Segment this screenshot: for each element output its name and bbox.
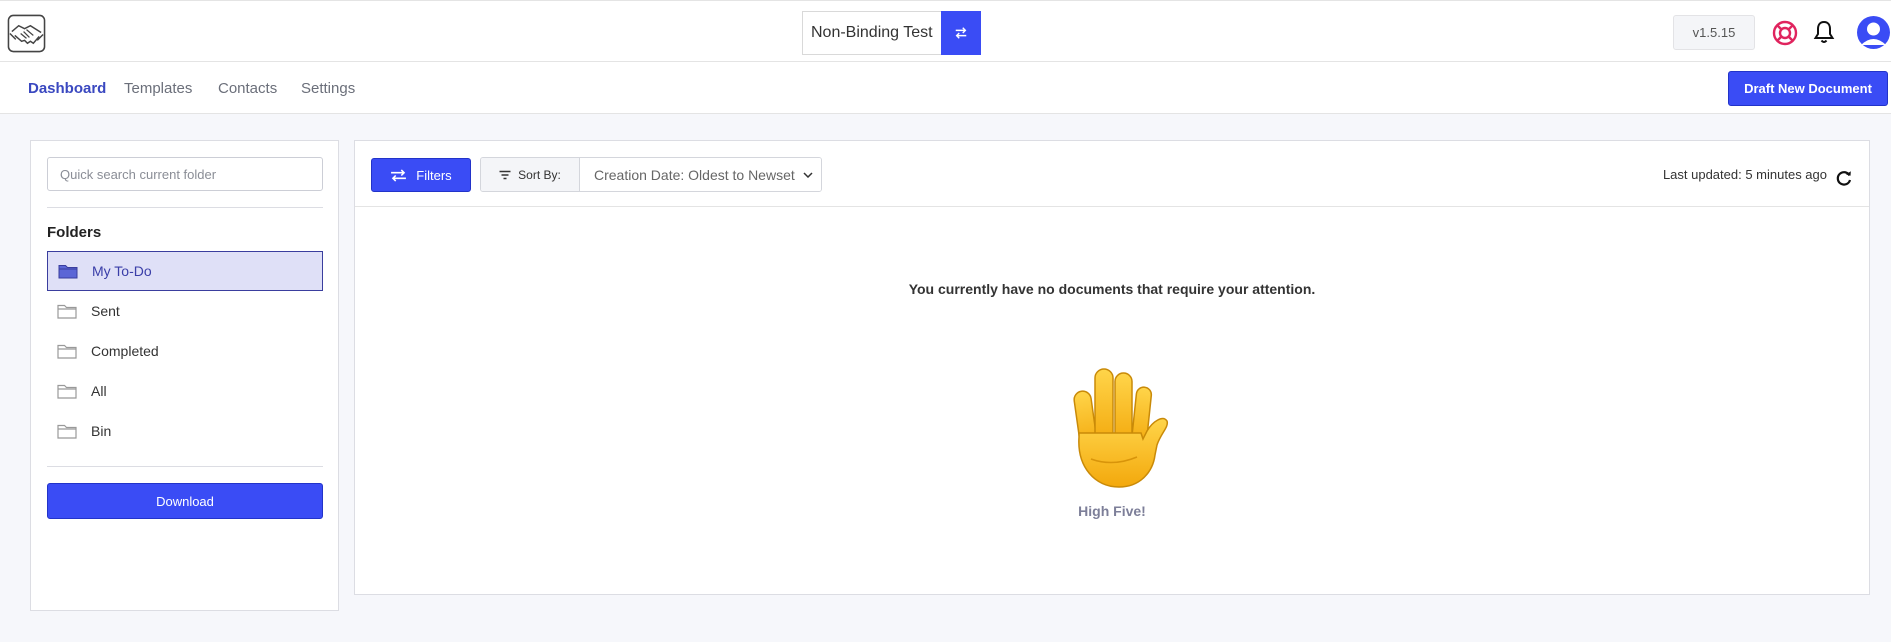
refresh-icon[interactable] <box>1835 169 1853 187</box>
sort-select[interactable]: Creation Date: Oldest to Newset <box>580 158 821 191</box>
folder-sidebar: Folders My To-Do Sent Completed All <box>30 140 339 611</box>
folder-search-input[interactable] <box>47 157 323 191</box>
folder-sent[interactable]: Sent <box>47 291 323 331</box>
folder-label: My To-Do <box>92 263 152 279</box>
sort-by-label: Sort By: <box>481 158 580 191</box>
swap-arrows-icon <box>391 168 407 182</box>
filter-lines-icon <box>499 170 511 179</box>
sort-control: Sort By: Creation Date: Oldest to Newset <box>480 157 822 192</box>
handshake-logo-icon[interactable] <box>7 14 46 53</box>
draft-new-document-button[interactable]: Draft New Document <box>1728 71 1888 106</box>
top-bar: Non-Binding Test v1.5.15 <box>0 0 1891 62</box>
folder-icon <box>57 304 77 319</box>
folder-icon <box>57 424 77 439</box>
folder-filled-icon <box>58 265 78 279</box>
workspace-switcher: Non-Binding Test <box>802 11 981 55</box>
download-button[interactable]: Download <box>47 483 323 519</box>
last-updated-text: Last updated: 5 minutes ago <box>1662 167 1827 182</box>
divider <box>47 207 323 208</box>
folder-label: Sent <box>91 303 120 319</box>
documents-panel: Filters Sort By: Creation Date: Oldest t… <box>354 140 1870 595</box>
nav-bar: Dashboard Templates Contacts Settings Dr… <box>0 62 1891 114</box>
divider <box>47 466 323 467</box>
folder-my-to-do[interactable]: My To-Do <box>47 251 323 291</box>
switch-workspace-button[interactable] <box>940 11 981 55</box>
nav-settings[interactable]: Settings <box>301 80 355 97</box>
chevron-down-icon <box>803 171 813 178</box>
folders-heading: Folders <box>47 224 102 241</box>
folder-all[interactable]: All <box>47 371 323 411</box>
folder-label: Bin <box>91 423 112 439</box>
user-avatar[interactable] <box>1856 15 1891 50</box>
folder-bin[interactable]: Bin <box>47 411 323 451</box>
folder-label: Completed <box>91 343 159 359</box>
high-five-text: High Five! <box>1078 503 1146 519</box>
version-badge: v1.5.15 <box>1673 15 1755 50</box>
folder-icon <box>57 344 77 359</box>
filters-label: Filters <box>416 167 452 183</box>
nav-dashboard[interactable]: Dashboard <box>28 80 106 97</box>
folder-completed[interactable]: Completed <box>47 331 323 371</box>
nav-contacts[interactable]: Contacts <box>218 80 277 97</box>
documents-toolbar: Filters Sort By: Creation Date: Oldest t… <box>355 141 1869 207</box>
swap-arrows-icon <box>955 27 966 39</box>
sort-selected-value: Creation Date: Oldest to Newset <box>594 166 795 183</box>
raised-hand-icon <box>1053 363 1173 491</box>
nav-templates[interactable]: Templates <box>124 80 192 97</box>
empty-state-message: You currently have no documents that req… <box>908 281 1316 297</box>
lifebuoy-help-icon[interactable] <box>1772 20 1798 46</box>
workspace-name[interactable]: Non-Binding Test <box>802 11 941 55</box>
folder-label: All <box>91 383 107 399</box>
folder-icon <box>57 384 77 399</box>
sort-by-text: Sort By: <box>518 167 561 182</box>
filters-button[interactable]: Filters <box>371 158 471 192</box>
notification-bell-icon[interactable] <box>1812 19 1836 45</box>
